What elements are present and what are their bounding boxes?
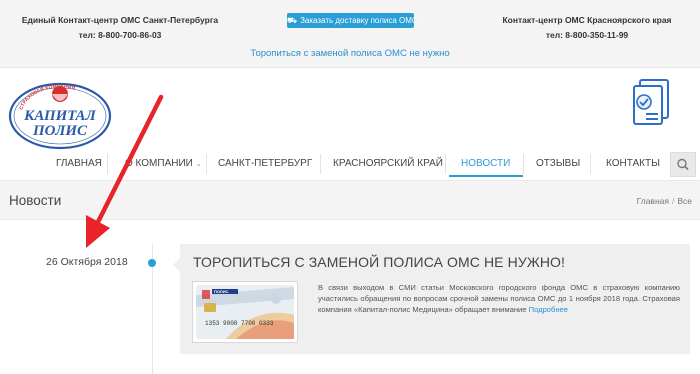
news-post-card: ТОРОПИТЬСЯ С ЗАМЕНОЙ ПОЛИСА ОМС НЕ НУЖНО… [173, 244, 690, 354]
breadcrumb-current: Все [677, 196, 692, 206]
nav-item-krasnoyarsk[interactable]: КРАСНОЯРСКИЙ КРАЙ [333, 158, 443, 169]
page-title: Новости [9, 193, 62, 208]
card-label: ПОЛИС [214, 289, 229, 294]
nav-item-reviews[interactable]: ОТЗЫВЫ [536, 158, 580, 169]
nav-separator [523, 154, 524, 174]
nav-separator [206, 154, 207, 174]
card-notch [173, 258, 180, 272]
spb-contact-center: Единый Контакт-центр ОМС Санкт-Петербург… [20, 13, 220, 43]
main-nav: ГЛАВНАЯ О КОМПАНИИ ⌄ САНКТ-ПЕТЕРБУРГ КРАС… [0, 152, 700, 178]
nav-item-about[interactable]: О КОМПАНИИ ⌄ [125, 158, 202, 169]
nav-item-saint-petersburg[interactable]: САНКТ-ПЕТЕРБУРГ [218, 158, 312, 169]
read-more-link[interactable]: Подробнее [529, 305, 568, 314]
search-button[interactable] [670, 152, 696, 177]
krasnoyarsk-contact-center: Контакт-центр ОМС Красноярского края тел… [492, 13, 682, 43]
nav-separator [107, 154, 108, 174]
chevron-down-icon: ⌄ [195, 161, 202, 168]
nav-item-contacts[interactable]: КОНТАКТЫ [606, 158, 660, 169]
logo-line1: КАПИТАЛ [23, 108, 96, 124]
nav-separator [445, 154, 446, 174]
krasnoyarsk-contact-title: Контакт-центр ОМС Красноярского края [502, 15, 672, 25]
breadcrumb: Главная / Все [637, 196, 692, 206]
nav-separator [590, 154, 591, 174]
post-excerpt-text: В связи выходом в СМИ статьи Московского… [318, 283, 680, 314]
nav-item-about-label: О КОМПАНИИ [125, 158, 193, 169]
logo-line2: ПОЛИС [32, 123, 88, 139]
nav-item-news[interactable]: НОВОСТИ [461, 158, 510, 169]
page-heading-band: Новости Главная / Все [0, 180, 700, 220]
kapital-polis-logo[interactable]: СТРАХОВАЯ КОМПАНИЯ КАПИТАЛ ПОЛИС [8, 78, 112, 150]
truck-icon: ⛟ [287, 16, 298, 25]
order-delivery-label: Заказать доставку полиса ОМС [300, 16, 418, 25]
active-nav-indicator [449, 175, 523, 177]
krasnoyarsk-contact-phone[interactable]: тел: 8-800-350-11-99 [492, 28, 682, 43]
post-title[interactable]: ТОРОПИТЬСЯ С ЗАМЕНОЙ ПОЛИСА ОМС НЕ НУЖНО… [193, 254, 565, 270]
order-delivery-button[interactable]: ⛟ Заказать доставку полиса ОМС [287, 13, 418, 28]
card-number: 1353 9008 7700 0333 [205, 320, 274, 327]
nav-item-home[interactable]: ГЛАВНАЯ [56, 158, 102, 169]
spb-contact-title: Единый Контакт-центр ОМС Санкт-Петербург… [21, 15, 219, 25]
document-check-icon[interactable] [630, 78, 674, 128]
timeline-dot [148, 259, 156, 267]
spb-contact-phone[interactable]: тел: 8-800-700-86-03 [20, 28, 220, 43]
breadcrumb-home[interactable]: Главная [637, 196, 669, 206]
breadcrumb-separator: / [671, 196, 675, 206]
post-thumbnail[interactable]: ПОЛИС 1353 9008 7700 0333 [192, 281, 298, 343]
nav-separator [320, 154, 321, 174]
post-date: 26 Октября 2018 [46, 256, 128, 268]
search-icon [677, 158, 689, 171]
top-info-bar: Единый Контакт-центр ОМС Санкт-Петербург… [0, 0, 700, 68]
oms-card-image: ПОЛИС 1353 9008 7700 0333 [196, 285, 294, 339]
post-excerpt: В связи выходом в СМИ статьи Московского… [318, 282, 680, 315]
notice-link[interactable]: Торопиться с заменой полиса ОМС не нужно [0, 48, 700, 59]
